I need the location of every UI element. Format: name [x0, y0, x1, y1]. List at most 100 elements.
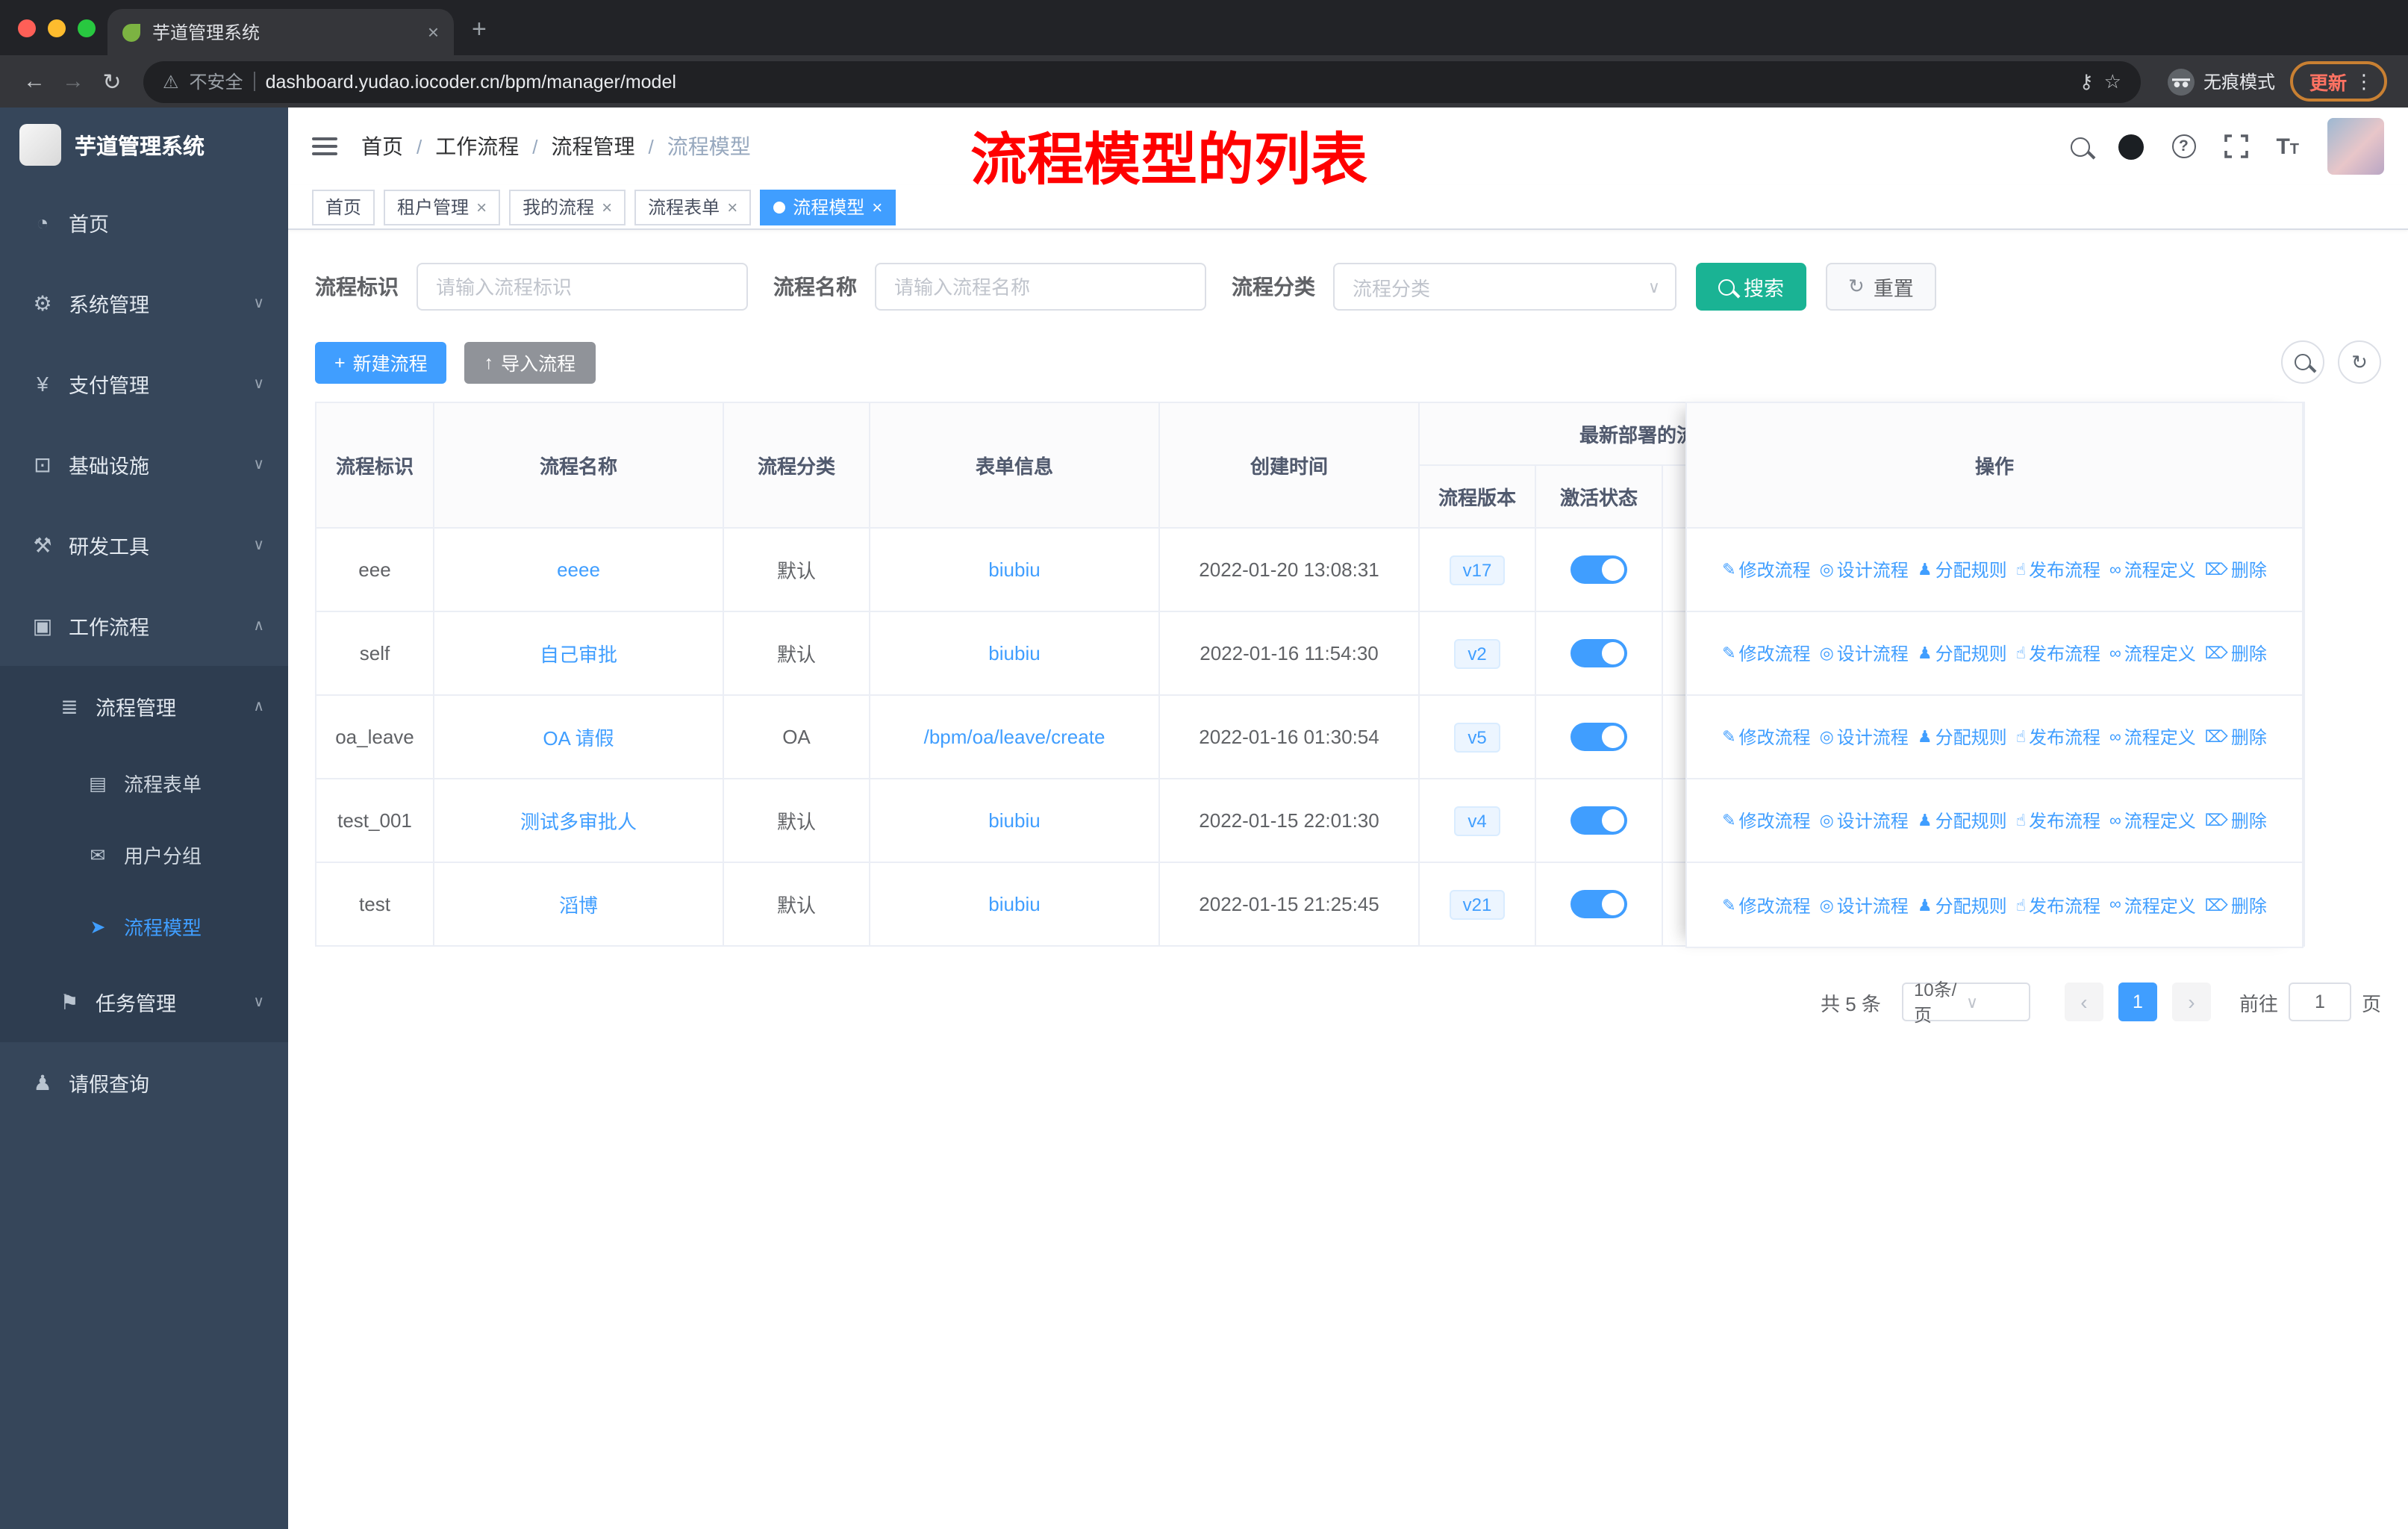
toggle-search-button[interactable] [2281, 340, 2324, 384]
search-icon[interactable] [2070, 137, 2090, 156]
delete-link[interactable]: ⌦ 删除 [2205, 557, 2267, 582]
sidebar-item-process-model[interactable]: ➤ 流程模型 [0, 890, 288, 962]
sidebar-item-home[interactable]: ◔ 首页 [0, 182, 288, 263]
breadcrumb-item[interactable]: 首页 [361, 131, 403, 161]
assign-rule-link[interactable]: ♟ 分配规则 [1918, 808, 2007, 833]
back-button[interactable]: ← [15, 69, 54, 94]
goto-page-input[interactable] [2288, 983, 2351, 1021]
breadcrumb-item[interactable]: 流程管理 [552, 131, 635, 161]
process-definition-link[interactable]: ∞ 流程定义 [2109, 892, 2196, 918]
delete-link[interactable]: ⌦ 删除 [2205, 724, 2267, 750]
forward-button[interactable]: → [54, 69, 93, 94]
active-toggle[interactable] [1570, 723, 1627, 751]
github-icon[interactable] [2118, 134, 2144, 159]
design-process-link[interactable]: ◎ 设计流程 [1820, 557, 1909, 582]
form-link[interactable]: /bpm/oa/leave/create [924, 726, 1105, 748]
form-link[interactable]: biubiu [988, 642, 1040, 664]
active-toggle[interactable] [1570, 890, 1627, 918]
sidebar-item-system[interactable]: ⚙ 系统管理 ∨ [0, 263, 288, 343]
process-name-link[interactable]: 测试多审批人 [520, 811, 637, 833]
page-size-select[interactable]: 10条/页 ∨ [1901, 980, 2030, 1026]
modify-process-link[interactable]: ✎ 修改流程 [1722, 724, 1810, 750]
fullscreen-icon[interactable] [2224, 134, 2248, 158]
form-link[interactable]: biubiu [988, 809, 1040, 832]
sidebar-item-devtools[interactable]: ⚒ 研发工具 ∨ [0, 505, 288, 585]
modify-process-link[interactable]: ✎ 修改流程 [1722, 892, 1810, 918]
process-id-input[interactable] [417, 263, 748, 311]
browser-tab[interactable]: 芋道管理系统 × [107, 9, 454, 55]
sidebar-item-process-form[interactable]: ▤ 流程表单 [0, 747, 288, 818]
form-link[interactable]: biubiu [988, 893, 1040, 915]
create-process-button[interactable]: + 新建流程 [315, 341, 447, 383]
category-select[interactable]: 流程分类 ∨ [1333, 263, 1676, 311]
assign-rule-link[interactable]: ♟ 分配规则 [1918, 641, 2007, 666]
active-toggle[interactable] [1570, 639, 1627, 667]
tag-process-model[interactable]: 流程模型 × [760, 189, 896, 225]
avatar[interactable] [2327, 118, 2384, 175]
tag-my-process[interactable]: 我的流程 × [509, 189, 626, 225]
assign-rule-link[interactable]: ♟ 分配规则 [1918, 557, 2007, 582]
window-zoom-button[interactable] [78, 19, 96, 37]
publish-process-link[interactable]: ☝ 发布流程 [2016, 641, 2100, 666]
design-process-link[interactable]: ◎ 设计流程 [1820, 808, 1909, 833]
assign-rule-link[interactable]: ♟ 分配规则 [1918, 724, 2007, 750]
modify-process-link[interactable]: ✎ 修改流程 [1722, 557, 1810, 582]
process-definition-link[interactable]: ∞ 流程定义 [2109, 641, 2196, 666]
publish-process-link[interactable]: ☝ 发布流程 [2016, 724, 2100, 750]
tab-close-icon[interactable]: × [428, 21, 439, 43]
process-name-link[interactable]: eeee [557, 558, 600, 581]
design-process-link[interactable]: ◎ 设计流程 [1820, 641, 1909, 666]
reset-button[interactable]: ↻ 重置 [1826, 263, 1936, 311]
publish-process-link[interactable]: ☝ 发布流程 [2016, 557, 2100, 582]
publish-process-link[interactable]: ☝ 发布流程 [2016, 892, 2100, 918]
window-close-button[interactable] [18, 19, 36, 37]
sidebar-item-task-management[interactable]: ⚑ 任务管理 ∨ [0, 962, 288, 1042]
delete-link[interactable]: ⌦ 删除 [2205, 641, 2267, 666]
security-label[interactable]: 不安全 [190, 69, 243, 94]
close-icon[interactable]: × [602, 196, 612, 217]
browser-update-menu-button[interactable]: 更新 ⋮ [2289, 61, 2387, 102]
font-size-icon[interactable]: TT [2276, 134, 2299, 159]
sidebar-item-infrastructure[interactable]: ⊡ 基础设施 ∨ [0, 424, 288, 505]
design-process-link[interactable]: ◎ 设计流程 [1820, 724, 1909, 750]
modify-process-link[interactable]: ✎ 修改流程 [1722, 641, 1810, 666]
form-link[interactable]: biubiu [988, 558, 1040, 581]
import-process-button[interactable]: ↑ 导入流程 [464, 341, 596, 383]
tag-tenant[interactable]: 租户管理 × [384, 189, 501, 225]
breadcrumb-item[interactable]: 工作流程 [435, 131, 519, 161]
assign-rule-link[interactable]: ♟ 分配规则 [1918, 892, 2007, 918]
close-icon[interactable]: × [872, 196, 882, 217]
new-tab-button[interactable]: + [472, 15, 487, 45]
delete-link[interactable]: ⌦ 删除 [2205, 808, 2267, 833]
process-name-link[interactable]: 自己审批 [540, 644, 617, 666]
close-icon[interactable]: × [727, 196, 737, 217]
help-icon[interactable]: ? [2171, 134, 2196, 158]
search-button[interactable]: 搜索 [1696, 263, 1806, 311]
tag-home[interactable]: 首页 [312, 189, 375, 225]
process-name-input[interactable] [875, 263, 1206, 311]
sidebar-item-payment[interactable]: ¥ 支付管理 ∨ [0, 343, 288, 424]
reload-button[interactable]: ↻ [93, 68, 131, 95]
page-number-button[interactable]: 1 [2118, 983, 2157, 1021]
window-minimize-button[interactable] [48, 19, 66, 37]
next-page-button[interactable]: › [2171, 983, 2211, 1021]
url-text[interactable]: dashboard.yudao.iocoder.cn/bpm/manager/m… [266, 71, 2069, 92]
delete-link[interactable]: ⌦ 删除 [2205, 892, 2267, 918]
sidebar-item-user-group[interactable]: ✉ 用户分组 [0, 818, 288, 890]
modify-process-link[interactable]: ✎ 修改流程 [1722, 808, 1810, 833]
publish-process-link[interactable]: ☝ 发布流程 [2016, 808, 2100, 833]
process-name-link[interactable]: OA 请假 [543, 727, 614, 750]
active-toggle[interactable] [1570, 555, 1627, 584]
app-logo[interactable]: 芋道管理系统 [0, 108, 288, 182]
process-definition-link[interactable]: ∞ 流程定义 [2109, 724, 2196, 750]
sidebar-item-process-management[interactable]: ≣ 流程管理 ∧ [0, 666, 288, 747]
active-toggle[interactable] [1570, 806, 1627, 835]
key-icon[interactable]: ⚷ [2080, 69, 2094, 93]
close-icon[interactable]: × [476, 196, 487, 217]
design-process-link[interactable]: ◎ 设计流程 [1820, 892, 1909, 918]
process-definition-link[interactable]: ∞ 流程定义 [2109, 808, 2196, 833]
sidebar-item-workflow[interactable]: ▣ 工作流程 ∧ [0, 585, 288, 666]
process-definition-link[interactable]: ∞ 流程定义 [2109, 557, 2196, 582]
bookmark-star-icon[interactable]: ☆ [2104, 69, 2121, 93]
prev-page-button[interactable]: ‹ [2064, 983, 2103, 1021]
